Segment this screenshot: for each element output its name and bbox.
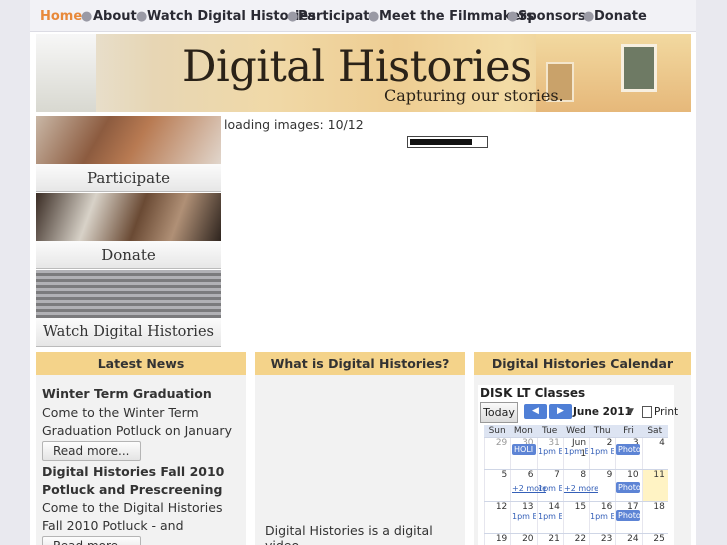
calendar-heading: Digital Histories Calendar: [474, 352, 691, 375]
calendar-day[interactable]: 12: [484, 502, 510, 533]
weekday-label: Tue: [541, 426, 558, 436]
calendar-day[interactable]: 20: [510, 534, 536, 545]
calendar-event[interactable]: Photo: [616, 444, 640, 455]
nav-about[interactable]: About: [93, 9, 137, 24]
calendar-event[interactable]: 1pm E: [590, 446, 614, 457]
calendar-event[interactable]: Photo: [616, 482, 640, 493]
calendar-day[interactable]: 22: [562, 534, 589, 545]
calendar-day[interactable]: 29: [484, 438, 510, 469]
loading-progress-bar: [407, 136, 488, 148]
about-panel: Digital Histories is a digital video: [255, 375, 465, 545]
read-more-button[interactable]: Read more...: [42, 441, 141, 461]
calendar-widget: DISK LT Classes Today ◀ ▶ June 2011 ▼ Pr…: [478, 385, 678, 545]
calendar-title: DISK LT Classes: [480, 386, 586, 400]
prev-month-icon[interactable]: ◀: [524, 404, 547, 419]
print-link[interactable]: Print: [654, 406, 678, 418]
site-title: Digital Histories: [182, 42, 532, 92]
tile-label: Watch Digital Histories: [36, 318, 221, 346]
calendar-week: 5 6 7 8 9 10 11 +2 more +2 more 1pm E Ph…: [484, 469, 668, 501]
nav-separator: ●: [287, 9, 299, 24]
calendar-week: 12 13 14 15 16 17 18 1pm E 1pm E 1pm E P…: [484, 501, 668, 533]
weekday-header: Sun Mon Tue Wed Thu Fri Sat: [484, 425, 668, 437]
participate-photo: [36, 116, 221, 164]
calendar-day[interactable]: 18: [641, 502, 668, 533]
tile-label: Participate: [36, 164, 221, 191]
weekday-label: Thu: [593, 426, 611, 436]
calendar-month: June 2011: [573, 406, 632, 418]
banner-window: [621, 44, 657, 92]
calendar-week: 19 20 21 22 23 24 25: [484, 533, 668, 545]
weekday-label: Mon: [513, 426, 533, 436]
calendar-event[interactable]: Photo: [616, 510, 640, 521]
calendar-day[interactable]: 4: [641, 438, 668, 469]
calendar-event[interactable]: 1pm E: [538, 446, 562, 457]
page: Home ● About ● Watch Digital Histories ●…: [30, 0, 696, 545]
news-panel: Winter Term Graduation Come to the Winte…: [36, 375, 246, 545]
weekday-label: Fri: [623, 426, 634, 436]
more-events-link[interactable]: +2 more: [564, 483, 598, 494]
calendar-event[interactable]: 1pm E: [590, 511, 614, 522]
calendar-day[interactable]: 19: [484, 534, 510, 545]
print-icon[interactable]: [642, 406, 652, 418]
calendar-day[interactable]: 23: [589, 534, 615, 545]
about-heading: What is Digital Histories?: [255, 352, 465, 375]
chevron-down-icon[interactable]: ▼: [627, 407, 634, 417]
nav-separator: ●: [507, 9, 519, 24]
calendar-event[interactable]: 1pm E: [538, 483, 562, 494]
calendar-day[interactable]: 5: [484, 470, 510, 501]
weekday-label: Sun: [488, 426, 506, 436]
calendar-event[interactable]: 1pm E: [538, 511, 562, 522]
nav-home[interactable]: Home: [40, 9, 82, 24]
weekday-label: Wed: [566, 426, 586, 436]
watch-photo: [36, 270, 221, 318]
tile-donate[interactable]: Donate: [36, 193, 221, 269]
site-tagline: Capturing our stories.: [384, 86, 564, 105]
about-text: Digital Histories is a digital video: [265, 523, 433, 545]
nav-separator: ●: [368, 9, 380, 24]
calendar-event[interactable]: 1pm E: [564, 446, 588, 457]
tile-watch[interactable]: Watch Digital Histories: [36, 270, 221, 347]
calendar-day[interactable]: 24: [615, 534, 641, 545]
calendar-week: 29 30 31 Jun 1 2 3 4 HOLI 1pm E 1pm E 1p…: [484, 437, 668, 469]
news-item-title[interactable]: Winter Term Graduation: [42, 386, 212, 401]
calendar-grid: Sun Mon Tue Wed Thu Fri Sat 29 30 31 Jun…: [484, 425, 668, 545]
today-button[interactable]: Today: [480, 402, 518, 423]
calendar-panel: DISK LT Classes Today ◀ ▶ June 2011 ▼ Pr…: [474, 375, 691, 545]
news-item-title[interactable]: Digital Histories Fall 2010 Potluck and …: [42, 463, 246, 499]
tile-label: Donate: [36, 241, 221, 268]
next-month-icon[interactable]: ▶: [549, 404, 572, 419]
calendar-day[interactable]: 21: [536, 534, 563, 545]
nav-donate[interactable]: Donate: [594, 9, 647, 24]
site-banner[interactable]: Digital Histories Capturing our stories.: [36, 34, 691, 112]
calendar-event[interactable]: HOLI: [512, 444, 536, 455]
top-nav: Home ● About ● Watch Digital Histories ●…: [30, 0, 696, 32]
banner-building-left: [36, 34, 96, 112]
read-more-button[interactable]: Read more...: [42, 536, 141, 545]
nav-sponsors[interactable]: Sponsors: [518, 9, 586, 24]
nav-separator: ●: [81, 9, 93, 24]
tile-participate[interactable]: Participate: [36, 116, 221, 192]
weekday-label: Sat: [647, 426, 663, 436]
calendar-event[interactable]: 1pm E: [512, 511, 536, 522]
donate-photo: [36, 193, 221, 241]
news-heading: Latest News: [36, 352, 246, 375]
nav-participate[interactable]: Participate: [298, 9, 378, 24]
calendar-day[interactable]: 25: [641, 534, 668, 545]
calendar-day-today[interactable]: 11: [641, 470, 668, 501]
image-loading-status: loading images: 10/12: [224, 117, 364, 132]
loading-progress-fill: [410, 139, 473, 145]
nav-separator: ●: [583, 9, 595, 24]
nav-separator: ●: [136, 9, 148, 24]
calendar-day[interactable]: 15: [562, 502, 589, 533]
